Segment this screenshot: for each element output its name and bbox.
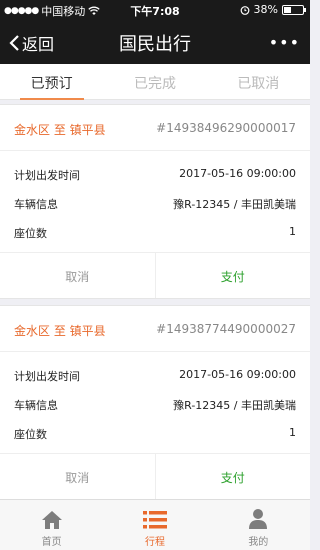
list-icon [103, 500, 206, 530]
order-card-header: 金水区 至 镇平县 #14938774490000027 [0, 306, 310, 352]
page-title: 国民出行 [119, 34, 191, 55]
status-right: 38% [240, 3, 306, 16]
vehicle-label: 车辆信息 [14, 399, 58, 412]
tabbar-label-home: 首页 [41, 537, 62, 548]
order-status-tabs: 已预订 已完成 已取消 [0, 64, 310, 100]
order-list: 金水区 至 镇平县 #14938496290000017 计划出发时间 2017… [0, 100, 310, 500]
status-bar: ●●●●● 中国移动 下午7:08 38% [0, 0, 310, 20]
detail-row-vehicle: 车辆信息 豫R-12345 / 丰田凯美瑞 [0, 188, 310, 217]
order-actions: 取消 支付 [0, 454, 310, 499]
departure-label: 计划出发时间 [14, 169, 80, 182]
tabbar-label-trips: 行程 [144, 537, 165, 548]
seats-label: 座位数 [14, 227, 47, 240]
home-icon [0, 500, 103, 530]
cancel-button[interactable]: 取消 [0, 253, 156, 298]
battery-fill [284, 6, 291, 13]
detail-row-seats: 座位数 1 [0, 418, 310, 447]
order-details: 计划出发时间 2017-05-16 09:00:00 车辆信息 豫R-12345… [0, 352, 310, 454]
cancel-button[interactable]: 取消 [0, 454, 156, 499]
detail-row-vehicle: 车辆信息 豫R-12345 / 丰田凯美瑞 [0, 389, 310, 418]
pay-button[interactable]: 支付 [156, 454, 311, 499]
order-number: #14938774490000027 [156, 322, 296, 336]
detail-row-seats: 座位数 1 [0, 217, 310, 246]
person-icon [207, 500, 310, 530]
navigation-bar: 返回 国民出行 ••• [0, 20, 310, 64]
order-number: #14938496290000017 [156, 121, 296, 135]
tab-booked[interactable]: 已预订 [0, 64, 103, 100]
departure-value: 2017-05-16 09:00:00 [179, 167, 296, 180]
vehicle-value: 豫R-12345 / 丰田凯美瑞 [173, 198, 296, 211]
tabbar-item-home[interactable]: 首页 [0, 500, 103, 550]
order-route[interactable]: 金水区 至 镇平县 [14, 121, 106, 138]
tabbar-label-profile: 我的 [248, 537, 269, 548]
alarm-icon [240, 5, 249, 15]
seats-value: 1 [289, 225, 296, 238]
order-card-header: 金水区 至 镇平县 #14938496290000017 [0, 105, 310, 151]
detail-row-departure: 计划出发时间 2017-05-16 09:00:00 [0, 360, 310, 389]
departure-value: 2017-05-16 09:00:00 [179, 368, 296, 381]
order-details: 计划出发时间 2017-05-16 09:00:00 车辆信息 豫R-12345… [0, 151, 310, 253]
vehicle-value: 豫R-12345 / 丰田凯美瑞 [173, 399, 296, 412]
order-card: 金水区 至 镇平县 #14938774490000027 计划出发时间 2017… [0, 305, 310, 500]
battery-percent: 38% [253, 3, 278, 16]
order-route[interactable]: 金水区 至 镇平县 [14, 322, 106, 339]
tabbar-item-profile[interactable]: 我的 [207, 500, 310, 550]
tab-cancelled[interactable]: 已取消 [207, 64, 310, 99]
order-card: 金水区 至 镇平县 #14938496290000017 计划出发时间 2017… [0, 104, 310, 299]
tab-completed[interactable]: 已完成 [103, 64, 206, 99]
bottom-tab-bar: 首页 行程 我的 [0, 499, 310, 550]
seats-label: 座位数 [14, 428, 47, 441]
battery-icon [282, 4, 306, 15]
tabbar-item-trips[interactable]: 行程 [103, 500, 206, 550]
vehicle-label: 车辆信息 [14, 198, 58, 211]
seats-value: 1 [289, 426, 296, 439]
order-actions: 取消 支付 [0, 253, 310, 298]
more-button[interactable]: ••• [269, 33, 300, 52]
pay-button[interactable]: 支付 [156, 253, 311, 298]
departure-label: 计划出发时间 [14, 370, 80, 383]
detail-row-departure: 计划出发时间 2017-05-16 09:00:00 [0, 159, 310, 188]
